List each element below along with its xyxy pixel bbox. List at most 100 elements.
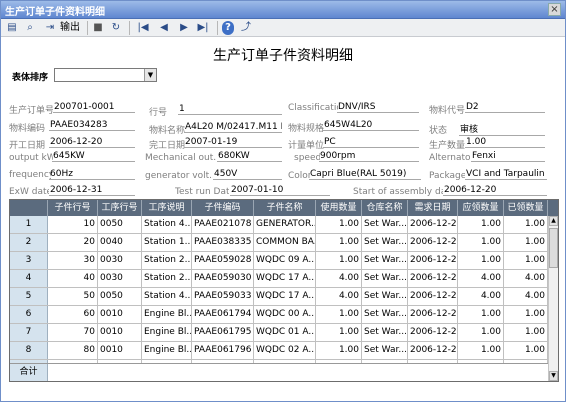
cell-process-line[interactable]: 0010 <box>98 306 142 323</box>
cell-process-line[interactable]: 0010 <box>98 342 142 359</box>
header-warehouse[interactable]: 仓库名称 <box>362 200 408 216</box>
row-number[interactable]: 3 <box>10 252 48 269</box>
cell-warehouse[interactable]: Set War... <box>362 216 408 233</box>
header-component-code[interactable]: 子件编码 <box>192 200 254 216</box>
cell-process-desc[interactable]: Engine Bl... <box>142 324 192 341</box>
cell-demand-date[interactable]: 2006-12-20 <box>408 342 458 359</box>
row-number[interactable]: 5 <box>10 288 48 305</box>
row-number[interactable]: 2 <box>10 234 48 251</box>
table-row[interactable]: 5 50 0050 Station 4... PAAE059033 WQDC 17 A..… <box>10 288 550 306</box>
preview-icon[interactable]: ⌕ <box>23 21 37 35</box>
header-process-desc[interactable]: 工序说明 <box>142 200 192 216</box>
cell-process-line[interactable]: 0050 <box>98 288 142 305</box>
cell-component-line[interactable]: 60 <box>48 306 98 323</box>
cell-required-qty[interactable]: 1.00 <box>458 234 504 251</box>
table-row[interactable]: 7 70 0010 Engine Bl... PAAE061795 WQDC 01 A..… <box>10 324 550 342</box>
cell-required-qty[interactable]: 1.00 <box>458 306 504 323</box>
cell-received-qty[interactable]: 1.00 <box>504 252 548 269</box>
close-button[interactable]: × <box>548 3 561 16</box>
cell-warehouse[interactable]: Set War... <box>362 324 408 341</box>
cell-required-qty[interactable]: 1.00 <box>458 324 504 341</box>
cell-process-desc[interactable]: Engine Bl... <box>142 342 192 359</box>
cell-process-line[interactable]: 0050 <box>98 216 142 233</box>
cell-demand-date[interactable]: 2006-12-20 <box>408 288 458 305</box>
cell-component-code[interactable]: PAAE059028 <box>192 252 254 269</box>
cell-warehouse[interactable]: Set War... <box>362 288 408 305</box>
cell-received-qty[interactable]: 1.00 <box>504 324 548 341</box>
cell-component-code[interactable]: PAAE021078 <box>192 216 254 233</box>
cell-component-code[interactable]: PAAE061795 <box>192 324 254 341</box>
vertical-scrollbar[interactable]: ▲ ▼ <box>548 216 558 381</box>
header-component-name[interactable]: 子件名称 <box>254 200 316 216</box>
help-icon[interactable]: ? <box>222 21 234 35</box>
cell-process-line[interactable]: 0010 <box>98 324 142 341</box>
cell-component-name[interactable]: WQDC 01 A... <box>254 324 316 341</box>
exit-icon[interactable]: ⤴ <box>239 21 253 35</box>
chevron-down-icon[interactable]: ▼ <box>144 69 156 81</box>
cell-received-qty[interactable]: 4.00 <box>504 270 548 287</box>
first-record-icon[interactable]: |◀ <box>135 21 151 35</box>
cell-demand-date[interactable]: 2006-12-20 <box>408 324 458 341</box>
row-number[interactable]: 4 <box>10 270 48 287</box>
cell-warehouse[interactable]: Set War... <box>362 234 408 251</box>
row-number[interactable]: 1 <box>10 216 48 233</box>
cell-component-code[interactable]: PAAE061794 <box>192 306 254 323</box>
cell-demand-date[interactable]: 2006-12-20 <box>408 306 458 323</box>
cell-component-code[interactable]: PAAE061796 <box>192 342 254 359</box>
cell-use-qty[interactable]: 1.00 <box>316 234 362 251</box>
cell-demand-date[interactable]: 2006-12-20 <box>408 270 458 287</box>
row-number[interactable]: 8 <box>10 342 48 359</box>
cell-process-desc[interactable]: Station 2... <box>142 252 192 269</box>
cell-use-qty[interactable]: 1.00 <box>316 216 362 233</box>
row-number[interactable]: 7 <box>10 324 48 341</box>
cell-component-line[interactable]: 50 <box>48 288 98 305</box>
save-icon[interactable]: ■ <box>91 21 105 35</box>
cell-use-qty[interactable]: 4.00 <box>316 270 362 287</box>
next-record-icon[interactable]: ▶ <box>177 21 191 35</box>
cell-received-qty[interactable]: 1.00 <box>504 306 548 323</box>
scroll-down-icon[interactable]: ▼ <box>549 371 558 381</box>
cell-warehouse[interactable]: Set War... <box>362 270 408 287</box>
cell-demand-date[interactable]: 2006-12-20 <box>408 234 458 251</box>
cell-process-desc[interactable]: Station 2... <box>142 270 192 287</box>
header-required-qty[interactable]: 应领数量 <box>458 200 504 216</box>
cell-component-line[interactable]: 20 <box>48 234 98 251</box>
table-row[interactable]: 1 10 0050 Station 4... PAAE021078 GENERATOR..… <box>10 216 550 234</box>
cell-component-name[interactable]: GENERATOR... <box>254 216 316 233</box>
cell-process-line[interactable]: 0030 <box>98 270 142 287</box>
cell-process-desc[interactable]: Engine Bl... <box>142 306 192 323</box>
cell-received-qty[interactable]: 1.00 <box>504 342 548 359</box>
cell-required-qty[interactable]: 4.00 <box>458 288 504 305</box>
cell-received-qty[interactable]: 1.00 <box>504 216 548 233</box>
header-received-qty[interactable]: 已领数量 <box>504 200 548 216</box>
cell-use-qty[interactable]: 4.00 <box>316 288 362 305</box>
cell-component-code[interactable]: PAAE038335 <box>192 234 254 251</box>
cell-required-qty[interactable]: 4.00 <box>458 270 504 287</box>
cell-component-code[interactable]: PAAE059033 <box>192 288 254 305</box>
cell-received-qty[interactable]: 4.00 <box>504 288 548 305</box>
header-use-qty[interactable]: 使用数量 <box>316 200 362 216</box>
export-icon[interactable]: ⇥ <box>43 21 57 35</box>
cell-required-qty[interactable]: 1.00 <box>458 216 504 233</box>
header-demand-date[interactable]: 需求日期 <box>408 200 458 216</box>
cell-component-line[interactable]: 30 <box>48 252 98 269</box>
row-number[interactable]: 6 <box>10 306 48 323</box>
sort-select[interactable]: ▼ <box>54 68 157 82</box>
cell-required-qty[interactable]: 1.00 <box>458 252 504 269</box>
header-process-line[interactable]: 工序行号 <box>98 200 142 216</box>
scroll-up-icon[interactable]: ▲ <box>549 216 558 226</box>
cell-use-qty[interactable]: 1.00 <box>316 324 362 341</box>
cell-component-name[interactable]: COMMON BA... <box>254 234 316 251</box>
previous-record-icon[interactable]: ◀ <box>157 21 171 35</box>
cell-demand-date[interactable]: 2006-12-20 <box>408 252 458 269</box>
cell-use-qty[interactable]: 1.00 <box>316 252 362 269</box>
cell-process-desc[interactable]: Station 1... <box>142 234 192 251</box>
cell-received-qty[interactable]: 1.00 <box>504 234 548 251</box>
cell-component-line[interactable]: 80 <box>48 342 98 359</box>
cell-use-qty[interactable]: 1.00 <box>316 306 362 323</box>
cell-process-line[interactable]: 0040 <box>98 234 142 251</box>
last-record-icon[interactable]: ▶| <box>195 21 211 35</box>
cell-component-line[interactable]: 40 <box>48 270 98 287</box>
cell-required-qty[interactable]: 1.00 <box>458 342 504 359</box>
cell-demand-date[interactable]: 2006-12-20 <box>408 216 458 233</box>
